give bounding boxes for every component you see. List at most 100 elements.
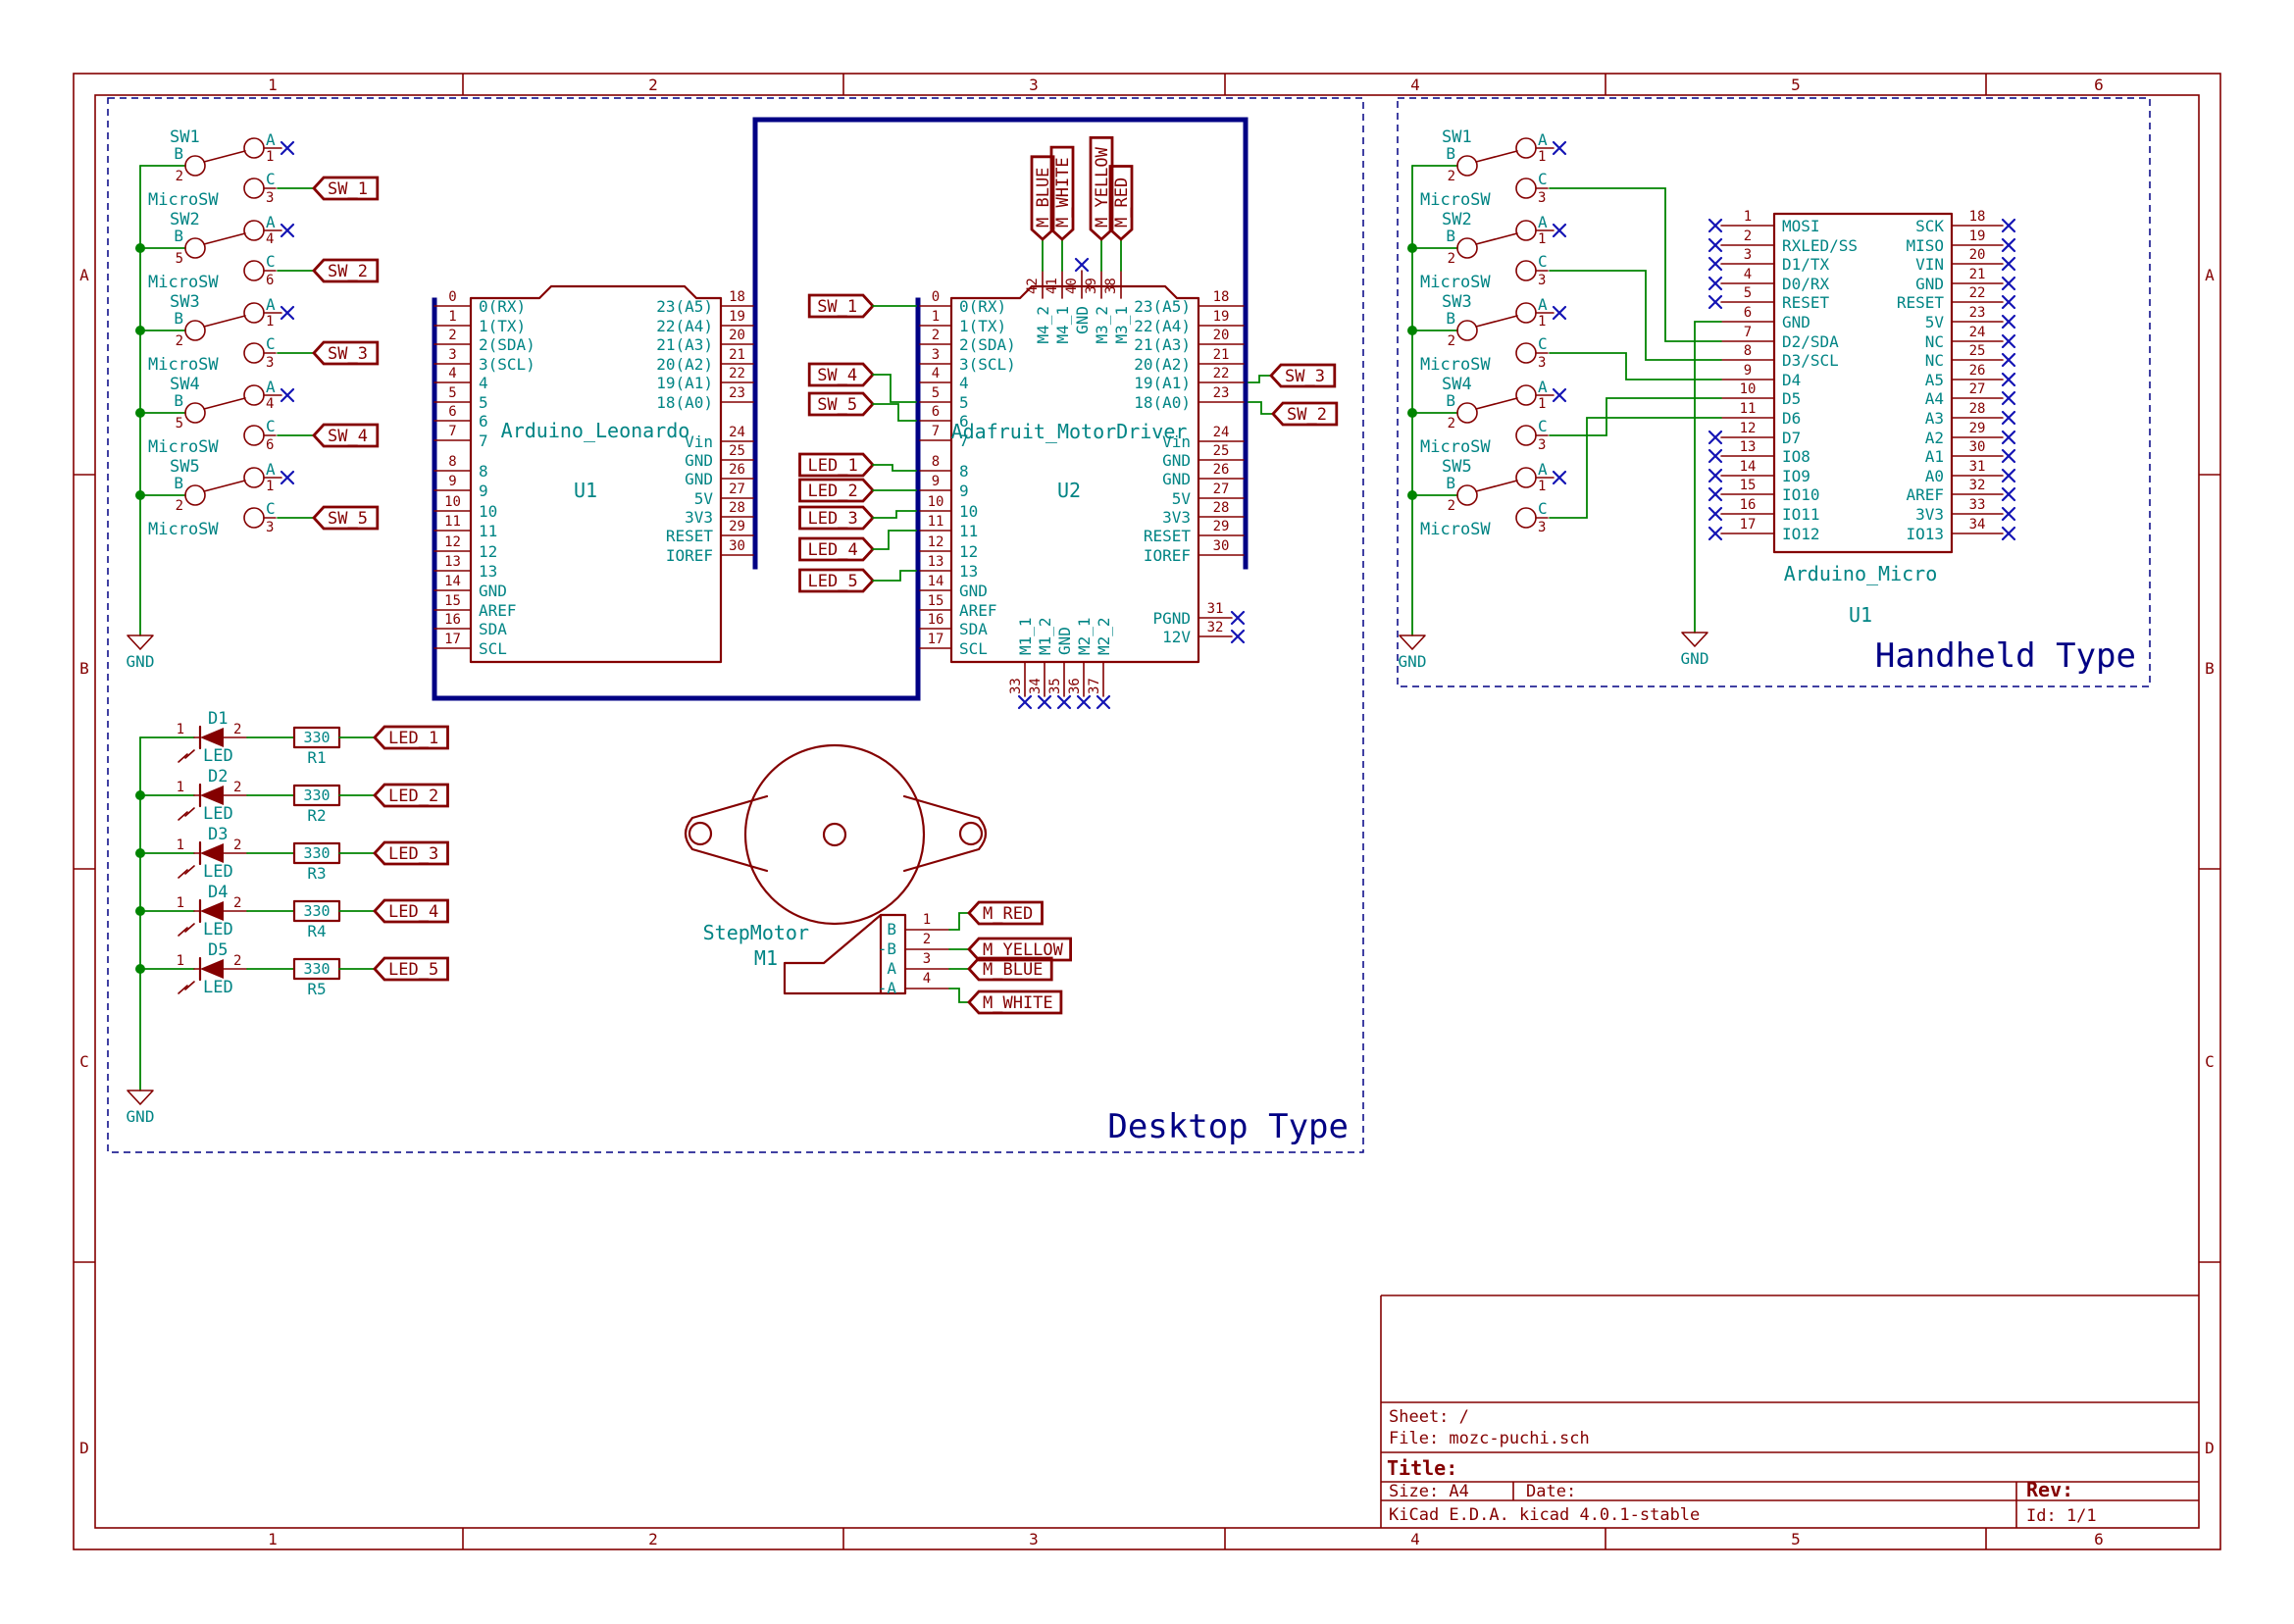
gnd-symbol[interactable]: GND: [127, 635, 155, 671]
led-unit[interactable]: D1LED12330R1LED_1: [140, 709, 448, 767]
net-label-led_5[interactable]: LED_5: [800, 570, 874, 591]
pin-number: 1: [448, 309, 456, 325]
pin-circle: [244, 303, 264, 323]
net-label-sw_1[interactable]: SW_1: [809, 295, 873, 317]
net-label-text: LED_1: [808, 456, 858, 476]
pin-number: 4: [1744, 267, 1752, 282]
net-label-m_white[interactable]: M_WHITE: [1051, 147, 1073, 239]
net-label-text: M_BLUE: [983, 960, 1043, 980]
net-label-text: LED_1: [388, 729, 438, 748]
pin-number: 30: [1213, 538, 1230, 554]
pin-name: 7: [479, 431, 488, 450]
pin-number: 3: [1538, 190, 1546, 206]
led-unit[interactable]: D5LED12330R5LED_5: [140, 940, 448, 998]
pin-circle: [1516, 343, 1536, 363]
pin-name: A: [1538, 460, 1548, 479]
no-connect-icon: [1709, 296, 1721, 308]
resistor-ref: R3: [307, 864, 326, 883]
net-label-sw_3[interactable]: SW_3: [314, 342, 378, 364]
net-label-sw_2[interactable]: SW_2: [314, 260, 378, 281]
pin-number: 16: [444, 612, 461, 628]
pin-number: 20: [1969, 247, 1986, 263]
pin-number: 1: [177, 895, 184, 911]
net-label-led_3[interactable]: LED_3: [375, 842, 448, 864]
net-label-sw_3[interactable]: SW_3: [1271, 365, 1335, 386]
pin-name: 5V: [1925, 313, 1945, 331]
pin-number: 14: [444, 574, 461, 589]
pin-number: 15: [928, 593, 944, 609]
switch-unit[interactable]: SW5MicroSWB2A1C3: [1412, 457, 1565, 539]
net-label-sw_5[interactable]: SW_5: [809, 393, 873, 415]
switch-unit[interactable]: SW5MicroSWB2A1C3: [140, 457, 293, 539]
net-label-led_3[interactable]: LED_3: [800, 507, 874, 529]
pin-name: 8: [479, 462, 488, 481]
pin-number: 18: [729, 289, 745, 305]
no-connect-icon: [1554, 142, 1565, 154]
pin-number: 2: [233, 722, 241, 737]
schematic-canvas[interactable]: 112233445566AABBCCDDGNDSW1MicroSWB2A1C3S…: [0, 0, 2294, 1624]
switch-bank: GND SW1MicroSWB2A1C3SW2MicroSWB2A1C3SW3Mi…: [1399, 127, 1565, 671]
no-connect-icon: [2003, 239, 2014, 251]
pin-number: 2: [1448, 251, 1455, 267]
pin-number: 2: [1448, 498, 1455, 514]
switch-unit[interactable]: SW3MicroSWB2A1C3: [1412, 292, 1565, 375]
net-label-sw_5[interactable]: SW_5: [314, 507, 378, 529]
no-connect-icon: [2003, 431, 2014, 443]
net-label-sw_4[interactable]: SW_4: [314, 425, 378, 446]
switch-unit[interactable]: SW3MicroSWB2A1C3: [140, 292, 293, 375]
net-label-text: LED_5: [808, 572, 858, 591]
ic-arduino-leonardo[interactable]: 00(RX)11(TX)22(SDA)33(SCL)44556677889910…: [434, 286, 753, 662]
pin-number: 4: [448, 366, 456, 381]
pin-name: D5: [1782, 389, 1801, 408]
no-connect-icon: [1554, 307, 1565, 319]
pin-number: 2: [176, 333, 183, 349]
pin-name: M1_1: [1016, 617, 1035, 655]
net-label-sw_1[interactable]: SW_1: [314, 178, 378, 199]
net-label-m_red[interactable]: M_RED: [969, 902, 1043, 924]
pin-name: C: [1538, 334, 1548, 353]
pin-number: 27: [729, 482, 745, 497]
pin-circle: [1516, 426, 1536, 445]
net-label-text: LED_4: [808, 540, 858, 560]
net-label-sw_4[interactable]: SW_4: [809, 364, 873, 385]
net-label-sw_2[interactable]: SW_2: [1273, 403, 1337, 425]
ic-adafruit-motordriver[interactable]: 00(RX)11(TX)22(SDA)33(SCL)44556677889910…: [920, 259, 1244, 708]
gnd-symbol[interactable]: GND: [1681, 633, 1709, 668]
net-label-m_white[interactable]: M_WHITE: [969, 991, 1061, 1013]
switch-unit[interactable]: SW1MicroSWB2A1C3: [140, 127, 293, 210]
pin-name: A: [266, 378, 276, 396]
pin-number: 21: [729, 347, 745, 363]
net-label-led_4[interactable]: LED_4: [375, 900, 448, 922]
gnd-symbol[interactable]: GND: [1399, 635, 1427, 671]
pin-name: RESET: [1782, 293, 1830, 312]
net-label-led_1[interactable]: LED_1: [375, 727, 448, 748]
pin-number: 25: [729, 443, 745, 459]
switch-unit[interactable]: SW2MicroSWB5A4C6: [140, 210, 293, 292]
pin-name: 19(A1): [656, 374, 713, 392]
pin-name: GND: [1162, 470, 1191, 488]
net-label-led_4[interactable]: LED_4: [800, 538, 874, 560]
pin-name: M2_1: [1075, 617, 1094, 655]
net-label-led_2[interactable]: LED_2: [375, 785, 448, 806]
switch-unit[interactable]: SW2MicroSWB2A1C3: [1412, 210, 1565, 292]
pin-number: 26: [1213, 462, 1230, 478]
title-field: Title:: [1387, 1456, 1457, 1480]
led-unit[interactable]: D3LED12330R3LED_3: [140, 825, 448, 883]
no-connect-icon: [2003, 450, 2014, 462]
net-label-led_5[interactable]: LED_5: [375, 958, 448, 980]
net-label-led_2[interactable]: LED_2: [800, 480, 874, 501]
switch-unit[interactable]: SW4MicroSWB2A1C3: [1412, 375, 1565, 457]
stepmotor-m1[interactable]: StepMotorM1B1M_RED-B2M_YELLOWA3M_BLUE-A4…: [686, 745, 1071, 1013]
pin-number: 23: [1969, 305, 1986, 321]
switch-unit[interactable]: SW1MicroSWB2A1C3: [1412, 127, 1565, 210]
no-connect-icon: [2003, 354, 2014, 366]
pin-number: 24: [1213, 425, 1230, 440]
pin-number: 1: [177, 953, 184, 969]
ic-arduino-micro[interactable]: 1MOSI2RXLED/SS3D1/TX4D0/RX5RESET6GND7D2/…: [1709, 209, 2014, 627]
wire: [873, 531, 916, 549]
led-unit[interactable]: D4LED12330R4LED_4: [140, 883, 448, 940]
gnd-symbol[interactable]: GND: [127, 1091, 155, 1126]
net-label-led_1[interactable]: LED_1: [800, 454, 874, 476]
led-unit[interactable]: D2LED12330R2LED_2: [140, 767, 448, 825]
switch-unit[interactable]: SW4MicroSWB5A4C6: [140, 375, 293, 457]
